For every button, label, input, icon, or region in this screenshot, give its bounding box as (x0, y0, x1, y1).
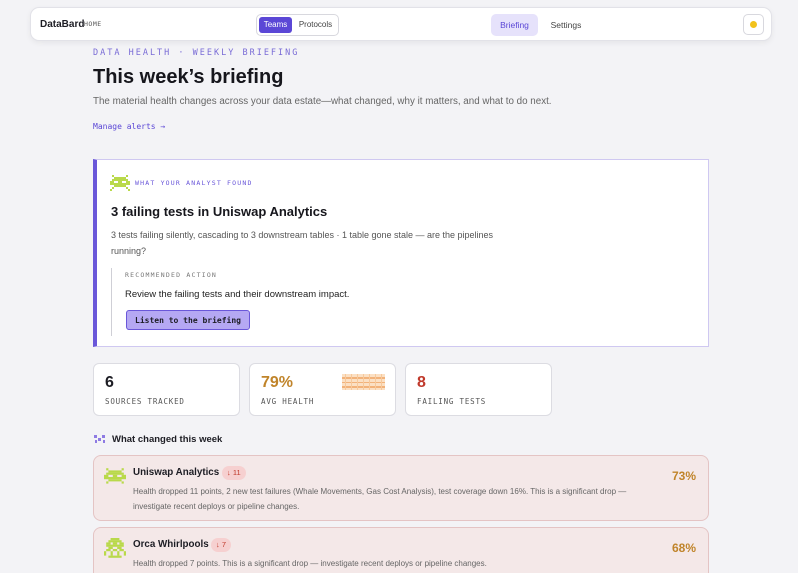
recommended-action-text: Review the failing tests and their downs… (125, 289, 350, 300)
recommended-action: RECOMMENDED ACTION Review the failing te… (111, 268, 531, 336)
view-switch: Teams Protocols (256, 14, 339, 36)
page-title: This week’s briefing (93, 66, 284, 88)
changes-section-title: What changed this week (112, 434, 223, 445)
finding-description: 3 tests failing silently, cascading to 3… (111, 230, 494, 256)
finding-eyebrow: WHAT YOUR ANALYST FOUND (135, 179, 253, 187)
pixel-squid-icon (104, 538, 126, 558)
stat-avg-health: 79% AVG HEALTH (249, 363, 396, 416)
stat-value: 79% (261, 374, 294, 391)
stat-label: AVG HEALTH (261, 397, 315, 406)
health-delta-badge: ↓ 11 (222, 466, 246, 480)
manage-alerts-link[interactable]: Manage alerts → (93, 122, 165, 131)
teams-toggle[interactable]: Teams (259, 17, 292, 33)
listen-briefing-button[interactable]: Listen to the briefing (126, 310, 250, 330)
pixel-invader-icon (110, 175, 130, 191)
source-name: Uniswap Analytics (133, 467, 220, 478)
stat-value: 8 (417, 374, 426, 391)
brand-name[interactable]: DataBard (40, 19, 84, 30)
nav-briefing-link[interactable]: Briefing (491, 14, 538, 36)
protocols-toggle[interactable]: Protocols (295, 17, 336, 33)
health-delta-badge: ↓ 7 (211, 538, 232, 552)
change-description: Health dropped 11 points, 2 new test fai… (133, 487, 627, 511)
source-health-value: 73% (671, 469, 696, 483)
avatar-icon (750, 21, 757, 28)
changes-pixel-icon (94, 435, 105, 443)
source-name: Orca Whirlpools (133, 539, 209, 550)
health-pattern-icon (342, 374, 385, 390)
top-nav: DataBard HOME Teams Protocols Briefing S… (30, 7, 772, 41)
nav-settings-link[interactable]: Settings (545, 14, 587, 36)
analyst-finding-card: WHAT YOUR ANALYST FOUND 3 failing tests … (93, 159, 709, 347)
pixel-invader-icon (104, 468, 126, 484)
change-item-uniswap[interactable]: Uniswap Analytics ↓ 11 Health dropped 11… (93, 455, 709, 521)
user-avatar-button[interactable] (743, 14, 764, 35)
source-health-value: 68% (671, 541, 696, 555)
stat-sources-tracked: 6 SOURCES TRACKED (93, 363, 240, 416)
brand-subtitle: HOME (84, 20, 102, 28)
page-eyebrow: DATA HEALTH · WEEKLY BRIEFING (93, 48, 300, 58)
finding-title: 3 failing tests in Uniswap Analytics (111, 204, 328, 219)
recommended-action-label: RECOMMENDED ACTION (125, 271, 218, 279)
page-subtitle: The material health changes across your … (93, 96, 552, 107)
change-description: Health dropped 7 points. This is a signi… (133, 559, 487, 568)
stat-label: FAILING TESTS (417, 397, 487, 406)
stat-value: 6 (105, 374, 114, 391)
change-item-orca[interactable]: Orca Whirlpools ↓ 7 Health dropped 7 poi… (93, 527, 709, 573)
stat-label: SOURCES TRACKED (105, 397, 185, 406)
stat-failing-tests: 8 FAILING TESTS (405, 363, 552, 416)
